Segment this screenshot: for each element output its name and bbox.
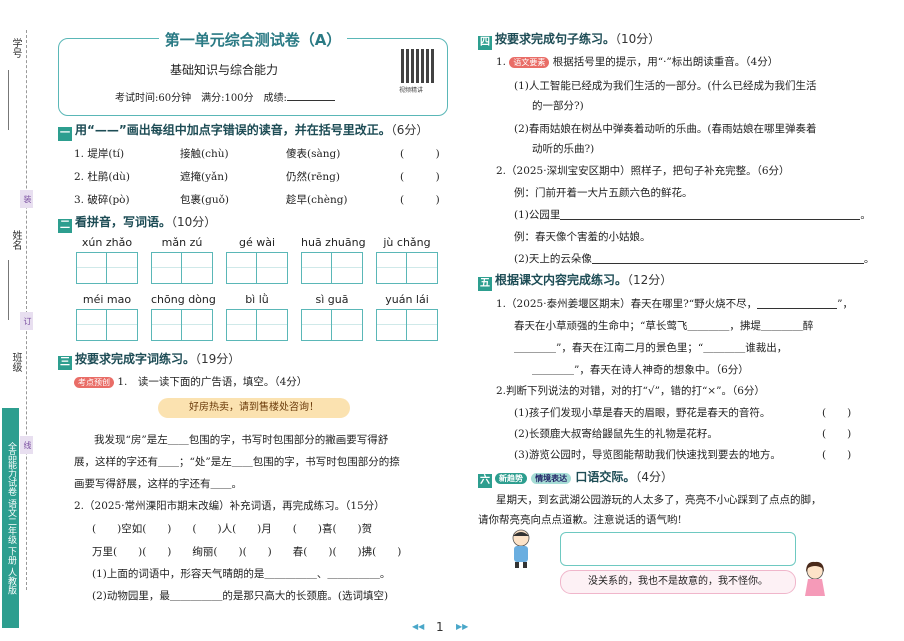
- s4-item: (2)春雨姑娘在树丛中弹奏着动听的乐曲。(春雨姑娘在哪里弹奏着: [514, 123, 817, 135]
- cut-mark: 装: [20, 190, 33, 208]
- student-no-line: [8, 70, 9, 130]
- writing-grid[interactable]: [301, 309, 363, 341]
- s1-item: 接触(chù): [180, 148, 229, 160]
- writing-grid[interactable]: [76, 309, 138, 341]
- section-1-title: 一用“——”画出每组中加点字错误的读音，并在括号里改正。（6分）: [58, 123, 429, 141]
- s5-q1: 1.（2025·泰州姜堰区期末）春天在哪里?“野火烧不尽，”，: [496, 298, 853, 310]
- test-subtitle: 基础知识与综合能力: [169, 63, 278, 77]
- writing-grid[interactable]: [151, 252, 213, 284]
- s5-text: 春天在小草顽强的生命中；“草长莺飞＿＿＿＿，拂堤＿＿＿＿醉: [514, 320, 814, 332]
- s3-paragraph: 展，这样的字还有＿＿；“处”是左＿＿包围的字，书写时包围部分的捺: [74, 456, 400, 468]
- qr-code-icon[interactable]: [401, 49, 435, 83]
- writing-grid[interactable]: [76, 252, 138, 284]
- prev-page-icon[interactable]: ◀◀: [412, 622, 424, 631]
- s4-example: 例：春天像个害羞的小姑娘。: [514, 231, 651, 243]
- s6-text: 星期天，到玄武湖公园游玩的人太多了，亮亮不小心踩到了点点的脚，: [496, 494, 822, 506]
- s1-item: 遮掩(yǎn): [180, 171, 229, 183]
- s6-tag: 新趋势: [495, 473, 527, 484]
- pinyin: chōng dòng: [151, 293, 216, 306]
- pinyin: huā zhuāng: [301, 236, 366, 249]
- writing-grid[interactable]: [151, 309, 213, 341]
- s4-item: 的一部分?): [532, 100, 584, 112]
- s1-item: 包裹(guǒ): [180, 194, 229, 206]
- s1-item: 1. 堤岸(tí): [74, 148, 125, 160]
- s5-judge: (2)长颈鹿大叔寄给鼹鼠先生的礼物是花籽。: [514, 428, 718, 440]
- s3-words: 万里( )( ) 绚丽( )( ) 春( )( )拂( ): [92, 546, 402, 558]
- pinyin: sì guā: [315, 293, 349, 306]
- s1-answer[interactable]: ( ): [400, 146, 440, 161]
- s3-paragraph: 我发现“房”是左＿＿包围的字，书写时包围部分的撇画要写得舒: [94, 434, 389, 446]
- pinyin: gé wài: [238, 236, 276, 249]
- s1-item: 傻表(sàng): [286, 148, 341, 160]
- cut-mark: 线: [20, 436, 33, 454]
- pinyin: jù chǎng: [383, 236, 431, 249]
- s3-q1-tag: 考点预创: [74, 377, 114, 388]
- page-number: 1: [436, 620, 444, 634]
- s1-item: 趁早(chèng): [286, 194, 348, 206]
- reply-bubble: 没关系的，我也不是故意的，我不怪你。: [560, 570, 796, 594]
- next-page-icon[interactable]: ▶▶: [456, 622, 468, 631]
- s4-item: 动听的乐曲?): [532, 143, 595, 155]
- writing-grid[interactable]: [376, 252, 438, 284]
- s3-q1: 考点预创 1. 读一读下面的广告语，填空。（4分）: [74, 374, 307, 389]
- boy-icon: [512, 529, 530, 568]
- s6-text: 请你帮亮亮向点点道歉。注意说话的语气哟!: [478, 514, 682, 526]
- s4-q2: 2.（2025·深圳宝安区期中）照样子，把句子补充完整。（6分）: [496, 165, 790, 177]
- class-label: 班级: [10, 352, 21, 372]
- s3-subq: (2)动物园里，最＿＿＿＿＿的是那只高大的长颈鹿。(选词填空): [92, 590, 389, 602]
- section-2-title: 二看拼音，写词语。（10分）: [58, 215, 217, 233]
- qr-caption: 视频精讲: [399, 87, 424, 94]
- s1-answer[interactable]: ( ): [400, 192, 440, 207]
- s3-paragraph: 画要写得舒展，这样的字还有＿＿。: [74, 478, 242, 490]
- s5-judge: (3)游览公园时，导览图能帮助我们快速找到要去的地方。: [514, 449, 781, 461]
- s4-example: 例：门前开着一大片五颜六色的鲜花。: [514, 187, 693, 199]
- cut-line: [26, 30, 27, 590]
- pinyin: méi mao: [82, 293, 132, 306]
- section-6-title: 六新趋势 情境表达 口语交际。（4分）: [478, 470, 674, 488]
- pinyin: yuán lái: [385, 293, 429, 306]
- writing-grid[interactable]: [376, 309, 438, 341]
- s1-answer[interactable]: ( ): [400, 169, 440, 184]
- section-4-title: 四按要求完成句子练习。（10分）: [478, 32, 661, 50]
- name-label: 姓名: [10, 230, 21, 250]
- binding-strip: 学号 姓名 班级 装 订 线 全品能力试卷 语文二年级 下册 人教版: [0, 0, 40, 641]
- s4-item: (1)人工智能已经成为我们生活的一部分。(什么已经成为我们生活: [514, 80, 817, 92]
- s5-judge-answer[interactable]: ( ): [822, 447, 851, 462]
- s5-judge-answer[interactable]: ( ): [822, 405, 851, 420]
- s1-item: 仍然(rēng): [286, 171, 340, 183]
- pinyin: bì lǜ: [245, 293, 269, 306]
- s5-judge-answer[interactable]: ( ): [822, 426, 851, 441]
- test-meta: 考试时间:60分钟 满分:100分 成绩:: [115, 89, 335, 104]
- girl-icon: [805, 561, 825, 596]
- s4-blank-1[interactable]: (1)公园里。: [514, 207, 871, 222]
- ad-banner: 好房热卖，请到售楼处咨询！: [158, 398, 350, 418]
- section-3-title: 三按要求完成字词练习。（19分）: [58, 352, 241, 370]
- pinyin: xún zhǎo: [81, 236, 133, 249]
- writing-grid[interactable]: [301, 252, 363, 284]
- test-header: 第一单元综合测试卷（A） 基础知识与综合能力 考试时间:60分钟 满分:100分…: [58, 31, 448, 116]
- writing-grid[interactable]: [226, 309, 288, 341]
- s3-q2: 2.（2025·常州溧阳市期末改编）补充词语，再完成练习。（15分）: [74, 500, 385, 512]
- s5-q2: 2.判断下列说法的对错，对的打“√”，错的打“×”。（6分）: [496, 385, 765, 397]
- s5-text: ＿＿＿＿”，春天在江南二月的景色里；“＿＿＿＿谁裁出，: [514, 342, 788, 354]
- s5-text: ＿＿＿＿”，春天在诗人神奇的想象中。（6分）: [532, 364, 749, 376]
- s5-judge: (1)孩子们发现小草是春天的眉眼，野花是春天的音符。: [514, 407, 771, 419]
- student-no-label: 学号: [10, 38, 21, 58]
- book-tag: 全品能力试卷 语文二年级 下册 人教版: [2, 408, 19, 628]
- s3-subq: (1)上面的词语中，形容天气晴朗的是＿＿＿＿＿、＿＿＿＿＿。: [92, 568, 391, 580]
- section-5-title: 五根据课文内容完成练习。（12分）: [478, 273, 673, 291]
- name-line: [8, 260, 9, 320]
- cut-mark: 订: [20, 312, 33, 330]
- s6-tag: 情境表达: [531, 473, 572, 484]
- answer-box[interactable]: [560, 532, 796, 566]
- worksheet-page: 学号 姓名 班级 装 订 线 全品能力试卷 语文二年级 下册 人教版 第一单元综…: [0, 0, 904, 641]
- s4-blank-2[interactable]: (2)天上的云朵像。: [514, 251, 874, 266]
- s3-words: ( )空如( ) ( )人( )月 ( )喜( )贺: [92, 523, 373, 535]
- s1-item: 2. 杜鹃(dù): [74, 171, 131, 183]
- pinyin: mǎn zú: [161, 236, 203, 249]
- writing-grid[interactable]: [226, 252, 288, 284]
- s4-q1: 1. 语文要素 根据括号里的提示，用“·”标出朗读重音。（4分）: [496, 56, 779, 68]
- s1-item: 3. 破碎(pò): [74, 194, 130, 206]
- test-title: 第一单元综合测试卷（A）: [59, 29, 447, 50]
